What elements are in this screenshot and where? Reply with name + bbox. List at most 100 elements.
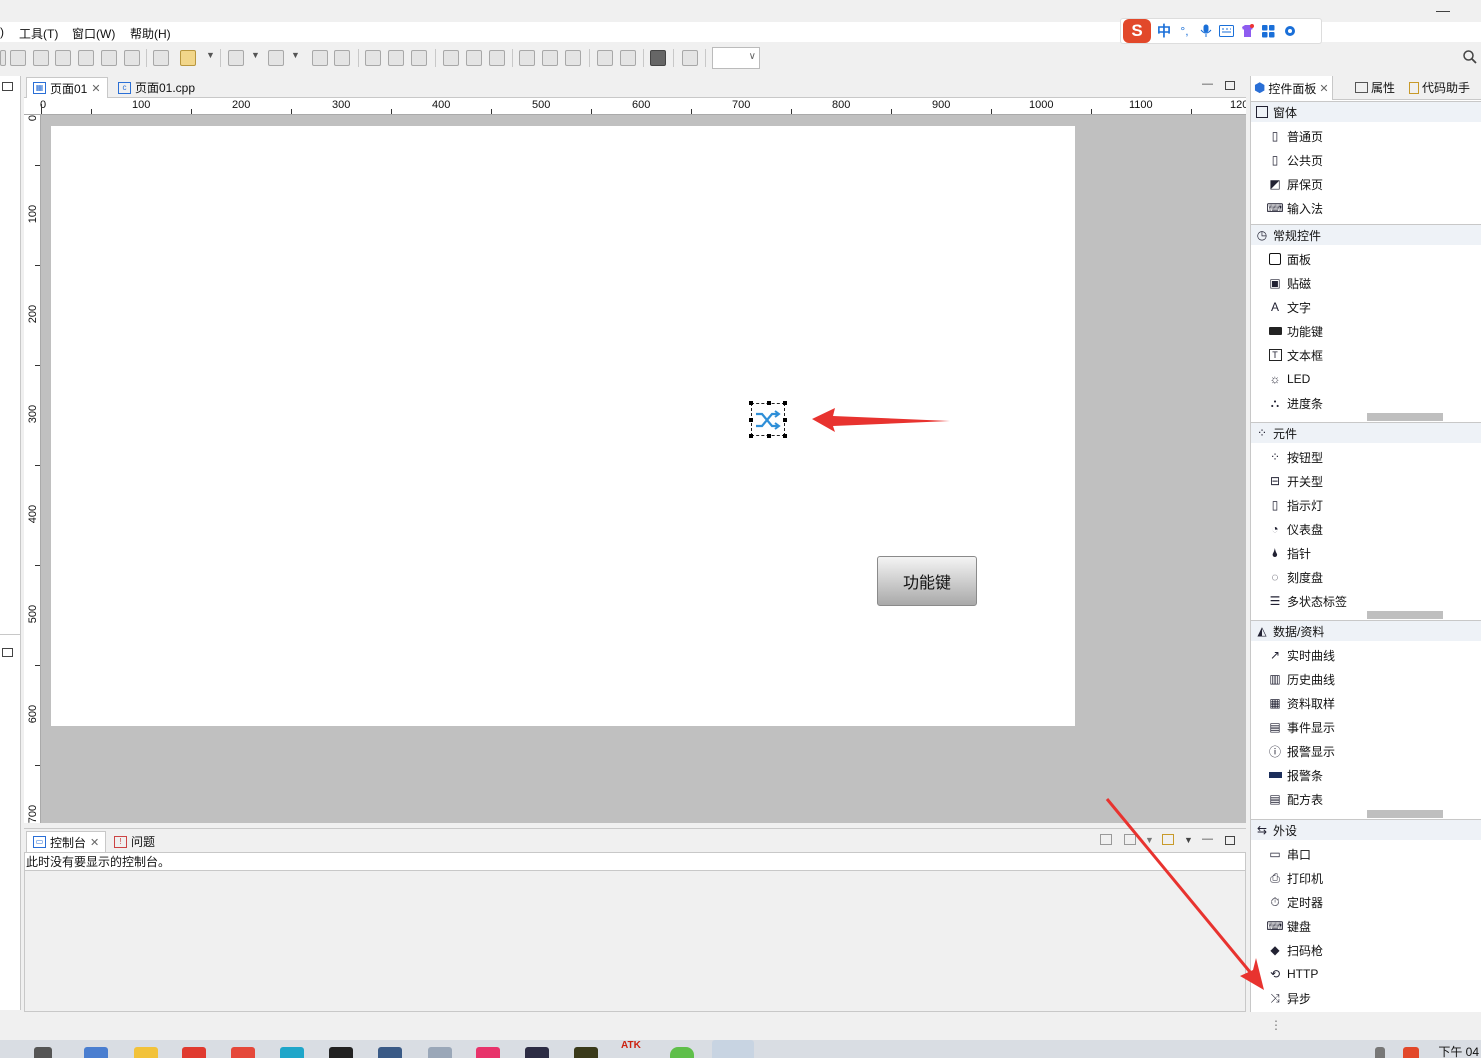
palette-item-alarm-bar[interactable]: 报警条	[1268, 765, 1323, 785]
category-data[interactable]: ◭ 数据/资料	[1251, 620, 1481, 641]
toolbox-grid-icon[interactable]	[1261, 24, 1276, 39]
grid-layout-icon[interactable]	[650, 50, 666, 66]
palette-item-text[interactable]: A 文字	[1268, 297, 1311, 317]
maximize-icon[interactable]	[1225, 836, 1235, 845]
restore-view-icon[interactable]	[2, 82, 13, 91]
palette-item-dial[interactable]: ◌ 刻度盘	[1268, 567, 1323, 587]
chat-app-icon[interactable]	[670, 1047, 694, 1058]
menu-item-partial[interactable]: )	[0, 25, 4, 39]
palette-item-gauge[interactable]: ◔ 仪表盘	[1268, 519, 1323, 539]
atk-app-icon[interactable]: ATK	[621, 1040, 641, 1051]
align-bottom-icon[interactable]	[489, 50, 505, 66]
minimize-icon[interactable]: —	[1202, 833, 1213, 845]
taskbar-app-icon[interactable]	[182, 1047, 206, 1058]
close-icon[interactable]: ✕	[1319, 82, 1328, 95]
toolbar-list-icon[interactable]	[153, 50, 169, 66]
scrollbar-thumb[interactable]	[1367, 810, 1443, 818]
toolbar-connect-icon[interactable]	[55, 50, 71, 66]
palette-item-progress-bar[interactable]: ⛬ 进度条	[1268, 393, 1323, 413]
minimize-window-icon[interactable]: —	[1436, 2, 1450, 18]
async-widget[interactable]	[749, 401, 787, 438]
palette-item-pointer[interactable]: 🌢 指针	[1268, 543, 1311, 563]
taskbar-app-icon[interactable]	[84, 1047, 108, 1058]
palette-item-http[interactable]: ⟲ HTTP	[1268, 964, 1318, 984]
menu-item-tools[interactable]: 工具(T)	[19, 25, 58, 42]
palette-item-led[interactable]: ☼ LED	[1268, 369, 1311, 389]
palette-item-panel[interactable]: 面板	[1268, 249, 1311, 269]
same-height-icon[interactable]	[542, 50, 558, 66]
chevron-down-icon[interactable]: ▼	[1184, 835, 1193, 845]
palette-item-switch-type[interactable]: ⊟ 开关型	[1268, 471, 1323, 491]
taskbar-app-icon[interactable]	[231, 1047, 255, 1058]
tab-problems[interactable]: ! 问题	[108, 831, 161, 852]
tray-icon[interactable]	[1375, 1047, 1385, 1058]
toolbar-undo-icon[interactable]	[312, 50, 328, 66]
toolbar-frame-icon[interactable]	[33, 50, 49, 66]
chevron-down-icon[interactable]: ▼	[251, 50, 260, 60]
palette-item-async[interactable]: ⤨ 异步	[1268, 988, 1311, 1008]
palette-item-indicator[interactable]: ▯ 指示灯	[1268, 495, 1323, 515]
scrollbar-thumb[interactable]	[1367, 611, 1443, 619]
palette-item-textbox[interactable]: T 文本框	[1268, 345, 1323, 365]
folder-icon[interactable]	[134, 1047, 158, 1058]
function-key-button[interactable]: 功能键	[877, 556, 977, 606]
chevron-down-icon[interactable]: ▼	[1145, 835, 1154, 845]
align-center-icon[interactable]	[388, 50, 404, 66]
chevron-down-icon[interactable]: ▼	[291, 50, 300, 60]
toolbar-button-partial[interactable]	[0, 50, 6, 66]
chevron-down-icon[interactable]: ▼	[206, 50, 215, 60]
search-icon[interactable]	[1463, 50, 1477, 68]
toolbar-download-icon[interactable]	[78, 50, 94, 66]
palette-item-screensaver-page[interactable]: ◩ 屏保页	[1268, 174, 1323, 194]
palette-item-keyboard[interactable]: ⌨ 键盘	[1266, 916, 1311, 936]
browser-icon[interactable]	[280, 1047, 304, 1058]
toolbar-redo-icon[interactable]	[334, 50, 350, 66]
palette-item-normal-page[interactable]: ▯ 普通页	[1268, 126, 1323, 146]
open-console-icon[interactable]	[1162, 834, 1174, 845]
palette-item-multistate-label[interactable]: ☰ 多状态标签	[1268, 591, 1347, 611]
close-icon[interactable]: ✕	[90, 836, 99, 849]
taskbar-app-icon[interactable]	[428, 1047, 452, 1058]
palette-item-tiles[interactable]: ▣ 贴磁	[1268, 273, 1311, 293]
palette-item-recipe-table[interactable]: ▤ 配方表	[1268, 789, 1323, 809]
resize-handle[interactable]	[783, 418, 787, 422]
taskbar-app-icon[interactable]	[378, 1047, 402, 1058]
tab-properties[interactable]: 属性	[1355, 79, 1395, 96]
category-common-controls[interactable]: ◷ 常规控件	[1251, 224, 1481, 245]
toolbar-reload-icon[interactable]	[124, 50, 140, 66]
same-size-icon[interactable]	[565, 50, 581, 66]
resize-handle[interactable]	[749, 418, 753, 422]
display-console-icon[interactable]	[1124, 834, 1136, 845]
ime-mode-toggle[interactable]: 中	[1157, 21, 1171, 41]
menu-item-help[interactable]: 帮助(H)	[130, 25, 171, 42]
undo-arrow-icon[interactable]	[228, 50, 244, 66]
taskbar-app-icon[interactable]	[574, 1047, 598, 1058]
align-top-icon[interactable]	[443, 50, 459, 66]
ime-settings-icon[interactable]	[1282, 24, 1297, 39]
menu-item-window[interactable]: 窗口(W)	[72, 25, 115, 42]
palette-item-realtime-curve[interactable]: ↗ 实时曲线	[1268, 645, 1335, 665]
taskview-icon[interactable]	[34, 1047, 52, 1058]
palette-item-input-method[interactable]: ⌨ 输入法	[1266, 198, 1323, 218]
design-page[interactable]	[51, 126, 1075, 726]
distribute-v-icon[interactable]	[620, 50, 636, 66]
distribute-h-icon[interactable]	[597, 50, 613, 66]
toolbar-split-icon[interactable]	[10, 50, 26, 66]
zoom-select[interactable]: ∨	[712, 47, 760, 69]
toolbar-sync-icon[interactable]	[101, 50, 117, 66]
toolbar-rocket-icon[interactable]	[180, 50, 196, 66]
align-left-icon[interactable]	[365, 50, 381, 66]
resize-handle[interactable]	[749, 434, 753, 438]
media-player-icon[interactable]	[476, 1047, 500, 1058]
restore-view-icon[interactable]	[2, 648, 13, 657]
palette-item-function-key[interactable]: 功能键	[1268, 321, 1323, 341]
palette-item-data-sampling[interactable]: ▦ 资料取样	[1268, 693, 1335, 713]
resize-handle[interactable]	[783, 401, 787, 405]
minimize-icon[interactable]: —	[1202, 78, 1213, 90]
palette-item-printer[interactable]: ⎙ 打印机	[1268, 868, 1323, 888]
ime-punct-toggle[interactable]: °,	[1177, 24, 1192, 39]
tab-page01-cpp[interactable]: c 页面01.cpp	[112, 77, 201, 98]
tab-code-assistant[interactable]: 代码助手	[1409, 79, 1470, 96]
format-painter-icon[interactable]	[682, 50, 698, 66]
pin-console-icon[interactable]	[1100, 834, 1112, 845]
